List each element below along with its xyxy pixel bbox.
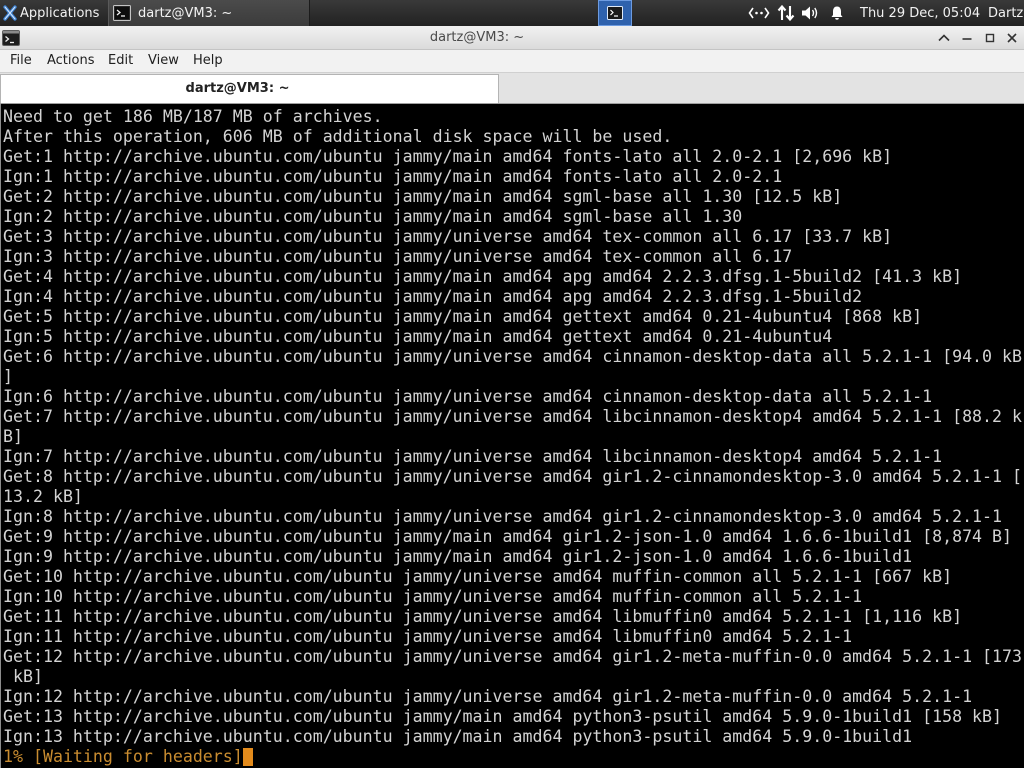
tab-bar: dartz@VM3: ~: [0, 72, 1024, 104]
terminal-line: Ign:2 http://archive.ubuntu.com/ubuntu j…: [3, 207, 743, 226]
menu-actions[interactable]: Actions: [47, 50, 95, 72]
terminal-line: Get:6 http://archive.ubuntu.com/ubuntu j…: [3, 347, 1023, 366]
terminal-line: Ign:12 http://archive.ubuntu.com/ubuntu …: [3, 687, 973, 706]
maximize-icon: [985, 33, 995, 43]
terminal-line: 13.2 kB]: [3, 487, 83, 506]
network-activity-icon[interactable]: [775, 0, 797, 26]
xfce-logo-icon: [3, 5, 17, 21]
terminal-line: kB]: [3, 667, 43, 686]
applications-label: Applications: [20, 5, 100, 21]
terminal-line: Ign:7 http://archive.ubuntu.com/ubuntu j…: [3, 447, 943, 466]
tab-label: dartz@VM3: ~: [185, 81, 290, 96]
window-title: dartz@VM3: ~: [429, 30, 525, 45]
terminal-line: Ign:6 http://archive.ubuntu.com/ubuntu j…: [3, 387, 933, 406]
terminal-line: Need to get 186 MB/187 MB of archives.: [3, 107, 383, 126]
volume-icon[interactable]: [799, 0, 821, 26]
tab-terminal-session[interactable]: dartz@VM3: ~: [0, 74, 499, 103]
terminal-icon: [113, 5, 131, 21]
terminal-line: Ign:10 http://archive.ubuntu.com/ubuntu …: [3, 587, 863, 606]
terminal-line: Get:13 http://archive.ubuntu.com/ubuntu …: [3, 707, 1003, 726]
terminal-icon[interactable]: [2, 29, 20, 47]
terminal-line: Ign:9 http://archive.ubuntu.com/ubuntu j…: [3, 547, 913, 566]
top-panel: Applications dartz@VM3: ~ Thu 29 Dec, 05…: [0, 0, 1024, 26]
terminal-line: Get:2 http://archive.ubuntu.com/ubuntu j…: [3, 187, 843, 206]
terminal-line: After this operation, 606 MB of addition…: [3, 127, 673, 146]
close-button[interactable]: [1004, 30, 1020, 46]
menu-file[interactable]: File: [10, 50, 32, 72]
terminal-line: Ign:8 http://archive.ubuntu.com/ubuntu j…: [3, 507, 1003, 526]
terminal-line: Get:5 http://archive.ubuntu.com/ubuntu j…: [3, 307, 923, 326]
minimize-icon: [962, 38, 972, 40]
menu-bar: File Actions Edit View Help: [0, 50, 1024, 72]
terminal-line: Ign:4 http://archive.ubuntu.com/ubuntu j…: [3, 287, 863, 306]
chevron-up-icon: [938, 34, 950, 42]
user-menu-button[interactable]: Dartz: [988, 0, 1023, 26]
workspace-pager[interactable]: [598, 0, 632, 26]
terminal-status-line: 1% [Waiting for headers]: [3, 747, 1024, 767]
terminal-line: Ign:3 http://archive.ubuntu.com/ubuntu j…: [3, 247, 793, 266]
terminal-line: Ign:1 http://archive.ubuntu.com/ubuntu j…: [3, 167, 783, 186]
terminal-line: Ign:11 http://archive.ubuntu.com/ubuntu …: [3, 627, 853, 646]
terminal-output[interactable]: Need to get 186 MB/187 MB of archives. A…: [0, 104, 1024, 768]
terminal-line: Get:7 http://archive.ubuntu.com/ubuntu j…: [3, 407, 1023, 426]
terminal-icon: [607, 6, 623, 20]
window-titlebar[interactable]: dartz@VM3: ~: [0, 26, 1024, 50]
minimize-button[interactable]: [959, 30, 975, 46]
terminal-line: Get:4 http://archive.ubuntu.com/ubuntu j…: [3, 267, 963, 286]
terminal-line: ]: [3, 367, 13, 386]
terminal-line: Get:11 http://archive.ubuntu.com/ubuntu …: [3, 607, 963, 626]
panel-clock[interactable]: Thu 29 Dec, 05:04: [860, 0, 980, 26]
apt-progress-status: 1% [Waiting for headers]: [3, 747, 243, 766]
notification-bell-icon[interactable]: [826, 0, 848, 26]
menu-help[interactable]: Help: [193, 50, 223, 72]
network-icon[interactable]: [747, 0, 771, 26]
close-icon: [1007, 33, 1017, 43]
terminal-line: Get:8 http://archive.ubuntu.com/ubuntu j…: [3, 467, 1023, 486]
applications-menu-button[interactable]: Applications: [0, 0, 104, 26]
taskbar-button-terminal[interactable]: dartz@VM3: ~: [108, 0, 310, 26]
maximize-button[interactable]: [982, 30, 998, 46]
terminal-line: Get:10 http://archive.ubuntu.com/ubuntu …: [3, 567, 953, 586]
terminal-cursor: [242, 748, 253, 766]
terminal-line: Get:9 http://archive.ubuntu.com/ubuntu j…: [3, 527, 1013, 546]
shade-button[interactable]: [936, 30, 952, 46]
terminal-line: Ign:13 http://archive.ubuntu.com/ubuntu …: [3, 727, 913, 746]
terminal-line: B]: [3, 427, 23, 446]
terminal-line: Get:12 http://archive.ubuntu.com/ubuntu …: [3, 647, 1023, 666]
terminal-line: Ign:5 http://archive.ubuntu.com/ubuntu j…: [3, 327, 833, 346]
taskbar-button-label: dartz@VM3: ~: [138, 5, 233, 21]
terminal-line: Get:3 http://archive.ubuntu.com/ubuntu j…: [3, 227, 893, 246]
menu-edit[interactable]: Edit: [108, 50, 133, 72]
terminal-line: Get:1 http://archive.ubuntu.com/ubuntu j…: [3, 147, 893, 166]
menu-view[interactable]: View: [148, 50, 179, 72]
